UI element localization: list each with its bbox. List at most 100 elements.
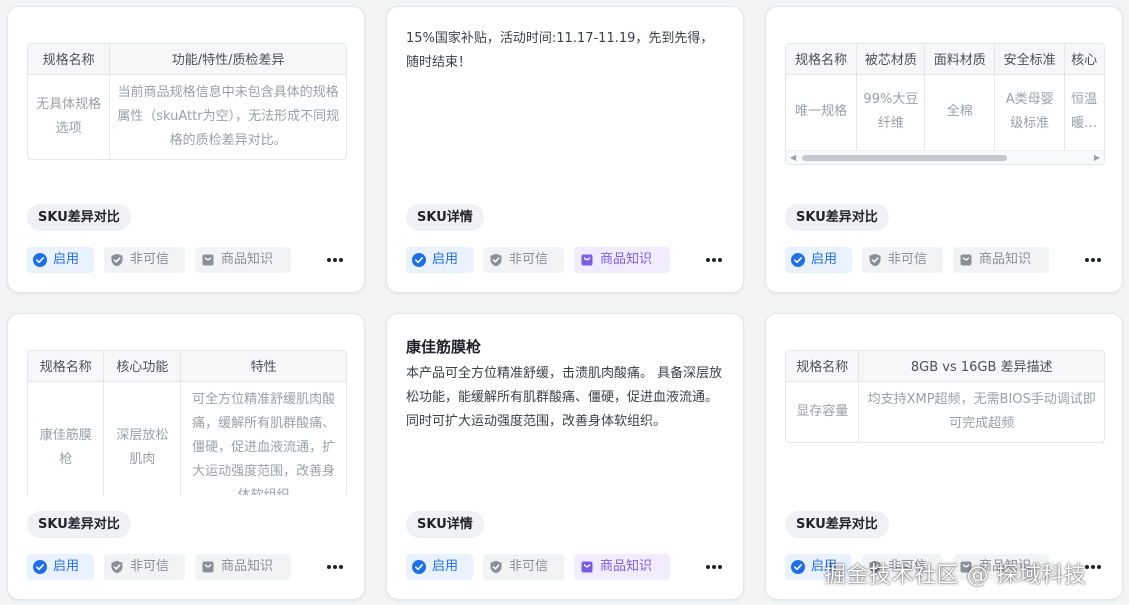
sku-table: 规格名称 被芯材质 面料材质 安全标准 核心 唯一规格 99%大豆纤维 全棉 A… [785,43,1105,165]
shopping-bag-icon [201,253,215,267]
knowledge-tag[interactable]: 商品知识 [574,554,670,580]
tag-label: 商品知识 [979,252,1032,267]
table-row: 唯一规格 99%大豆纤维 全棉 A类母婴级标准 恒温暖… [786,74,1104,150]
enable-tag[interactable]: 启用 [406,247,473,273]
table-cell: 无具体规格选项 [28,74,111,159]
horizontal-scrollbar[interactable]: ◀ ▶ [786,150,1104,164]
tag-label: 启用 [432,252,459,267]
tag-label: 非可信 [130,559,170,574]
table-cell: 康佳筋膜枪 [28,381,105,495]
table-cell: 可全方位精准舒缓肌肉酸痛，缓解所有肌群酸痛、僵硬，促进血液流通，扩大运动强度范围… [192,391,336,496]
table-cell: 显存容量 [786,381,860,442]
watermark: 掘金技术社区 @ 探域科技 [824,563,1087,588]
check-circle-icon [791,253,805,267]
sku-table: 规格名称 功能/特性/质检差异 无具体规格选项 当前商品规格信息中未包含具体的规… [27,43,347,160]
card-sku-detail-2[interactable]: 康佳筋膜枪 本产品可全方位精准舒缓，击溃肌肉酸痛。 具备深层放松功能，能缓解所有… [386,313,744,600]
product-title: 康佳筋膜枪 [406,338,482,356]
knowledge-tag[interactable]: 商品知识 [195,247,291,273]
shield-check-icon [489,560,503,574]
card-content: 规格名称 被芯材质 面料材质 安全标准 核心 唯一规格 99%大豆纤维 全棉 A… [785,43,1105,167]
tag-label: 启用 [811,252,838,267]
shopping-bag-icon [201,560,215,574]
shield-check-icon [110,560,124,574]
card-label: SKU差异对比 [27,204,131,231]
shopping-bag-icon [959,253,973,267]
table-cell: 当前商品规格信息中未包含具体的规格属性（skuAttr为空），无法形成不同规格的… [117,84,340,148]
enable-tag[interactable]: 启用 [27,247,94,273]
card-content: 规格名称 核心功能 特性 康佳筋膜枪 深层放松肌肉 可全方位精准舒缓肌肉酸痛，缓… [27,350,347,495]
untrusted-tag[interactable]: 非可信 [483,554,564,580]
card-label: SKU差异对比 [27,511,131,538]
check-circle-icon [412,560,426,574]
knowledge-tag[interactable]: 商品知识 [195,554,291,580]
table-row: 显存容量 均支持XMP超频，无需BIOS手动调试即可完成超频 [786,381,1104,442]
untrusted-tag[interactable]: 非可信 [862,247,943,273]
card-label: SKU差异对比 [785,204,889,231]
card-content: 规格名称 8GB vs 16GB 差异描述 显存容量 均支持XMP超频，无需BI… [785,350,1105,500]
check-circle-icon [33,253,47,267]
shield-check-icon [868,253,882,267]
table-row: 无具体规格选项 当前商品规格信息中未包含具体的规格属性（skuAttr为空），无… [28,74,346,159]
card-sku-detail-1[interactable]: 15%国家补贴，活动时间:11.17-11.19，先到先得，随时结束！ SKU详… [386,6,744,293]
table-cell: A类母婴级标准 [994,74,1066,150]
more-options-icon[interactable] [324,247,346,273]
table-header: 特性 [180,351,346,382]
table-header: 安全标准 [994,44,1066,75]
table-header: 核心功能 [103,351,182,382]
untrusted-tag[interactable]: 非可信 [104,554,185,580]
tag-label: 非可信 [509,252,549,267]
tag-label: 商品知识 [221,559,274,574]
table-cell: 全棉 [924,74,996,150]
card-label: SKU差异对比 [785,511,889,538]
card-sku-diff-3[interactable]: 规格名称 核心功能 特性 康佳筋膜枪 深层放松肌肉 可全方位精准舒缓肌肉酸痛，缓… [7,313,365,600]
table-cell: 唯一规格 [786,74,858,150]
table-header: 规格名称 [786,351,860,382]
shield-check-icon [110,253,124,267]
more-options-icon[interactable] [324,554,346,580]
card-content: 康佳筋膜枪 本产品可全方位精准舒缓，击溃肌肉酸痛。 具备深层放松功能，能缓解所有… [406,336,726,486]
card-sku-diff-2[interactable]: 规格名称 被芯材质 面料材质 安全标准 核心 唯一规格 99%大豆纤维 全棉 A… [765,6,1123,293]
table-cell: 99%大豆纤维 [856,74,926,150]
check-circle-icon [791,560,805,574]
table-cell: 均支持XMP超频，无需BIOS手动调试即可完成超频 [867,391,1096,431]
shield-check-icon [489,253,503,267]
sku-detail-text: 本产品可全方位精准舒缓，击溃肌肉酸痛。 具备深层放松功能，能缓解所有肌群酸痛、僵… [406,366,723,429]
scrollbar-thumb[interactable] [802,155,1007,161]
tag-label: 非可信 [888,252,928,267]
table-header: 8GB vs 16GB 差异描述 [858,351,1104,382]
more-options-icon[interactable] [1082,247,1104,273]
more-options-icon[interactable] [703,247,725,273]
check-circle-icon [33,560,47,574]
tag-label: 启用 [53,559,80,574]
tag-bar: 启用 非可信 商品知识 [27,554,352,580]
knowledge-tag[interactable]: 商品知识 [574,247,670,273]
untrusted-tag[interactable]: 非可信 [104,247,185,273]
tag-bar: 启用 非可信 商品知识 [27,247,352,273]
table-cell: 深层放松肌肉 [103,381,182,495]
untrusted-tag[interactable]: 非可信 [483,247,564,273]
knowledge-tag[interactable]: 商品知识 [953,247,1049,273]
card-label: SKU详情 [406,511,484,538]
tag-label: 启用 [432,559,459,574]
table-header: 面料材质 [924,44,996,75]
more-options-icon[interactable] [703,554,725,580]
tag-label: 启用 [53,252,80,267]
check-circle-icon [412,253,426,267]
tag-label: 非可信 [509,559,549,574]
enable-tag[interactable]: 启用 [406,554,473,580]
tag-bar: 启用 非可信 商品知识 [406,554,731,580]
card-sku-diff-1[interactable]: 规格名称 功能/特性/质检差异 无具体规格选项 当前商品规格信息中未包含具体的规… [7,6,365,293]
sku-detail-text: 15%国家补贴，活动时间:11.17-11.19，先到先得，随时结束！ [406,31,714,70]
table-header: 规格名称 [28,351,105,382]
enable-tag[interactable]: 启用 [785,247,852,273]
tag-label: 商品知识 [600,559,653,574]
scroll-left-icon[interactable]: ◀ [790,153,796,162]
tag-label: 商品知识 [221,252,274,267]
table-header: 规格名称 [786,44,858,75]
scroll-right-icon[interactable]: ▶ [1094,153,1100,162]
sku-table: 规格名称 核心功能 特性 康佳筋膜枪 深层放松肌肉 可全方位精准舒缓肌肉酸痛，缓… [27,350,347,495]
card-content: 规格名称 功能/特性/质检差异 无具体规格选项 当前商品规格信息中未包含具体的规… [27,43,347,193]
enable-tag[interactable]: 启用 [27,554,94,580]
tag-label: 商品知识 [600,252,653,267]
shopping-bag-icon [580,253,594,267]
